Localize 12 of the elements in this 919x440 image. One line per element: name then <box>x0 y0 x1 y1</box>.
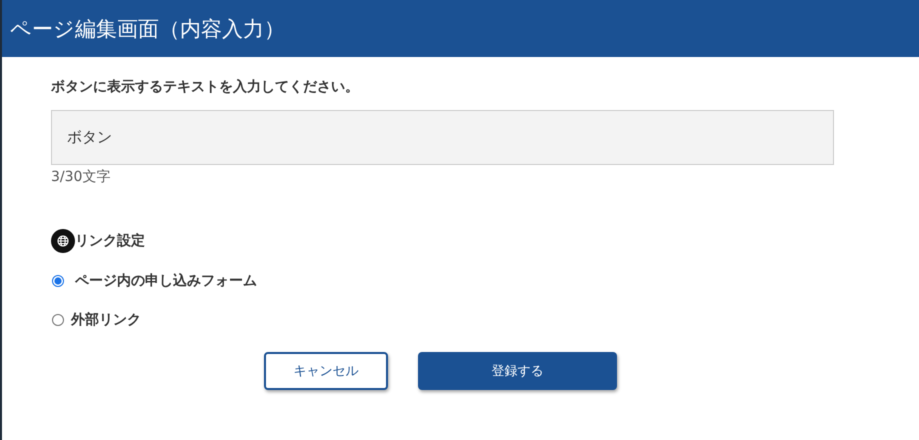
window-title: ページ編集画面（内容入力） <box>10 16 285 42</box>
option-label[interactable]: 外部リンク <box>71 311 141 329</box>
option-label[interactable]: ページ内の申し込みフォーム <box>75 272 257 290</box>
globe-icon <box>51 229 75 253</box>
radio-button[interactable] <box>52 275 64 287</box>
radio-button[interactable] <box>52 314 64 326</box>
field-label: ボタンに表示するテキストを入力してください。 <box>51 78 359 96</box>
register-button[interactable]: 登録する <box>418 352 617 390</box>
character-counter: 3/30文字 <box>51 168 110 186</box>
cancel-button[interactable]: キャンセル <box>264 352 388 390</box>
section-heading: リンク設定 <box>75 232 145 250</box>
text-field[interactable]: ボタン <box>51 110 834 165</box>
